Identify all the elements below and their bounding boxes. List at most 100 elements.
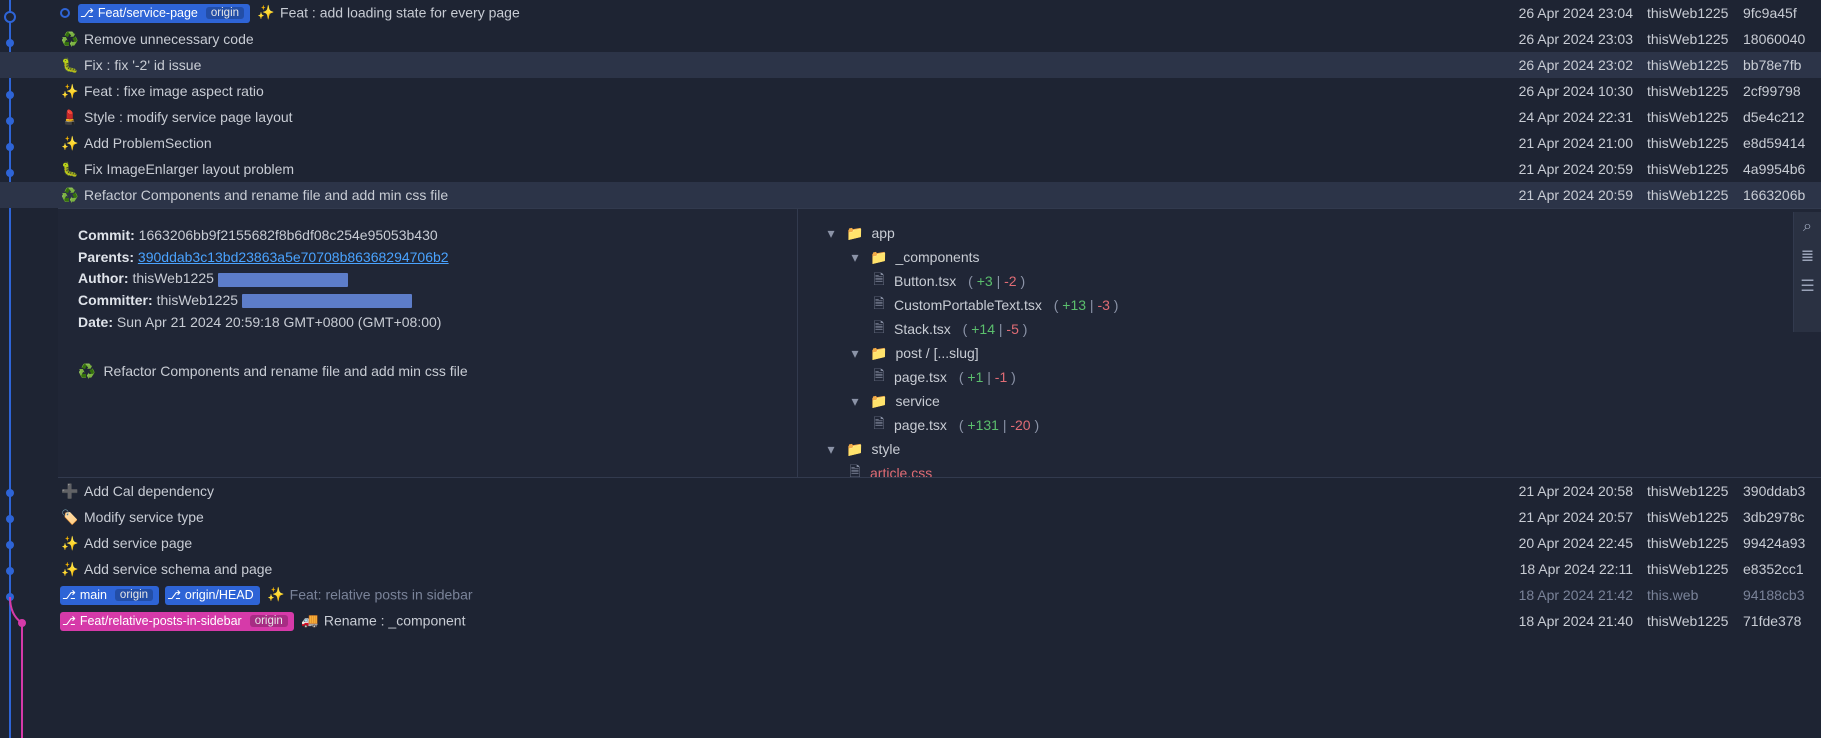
gitmoji-icon: 🏷️ (60, 509, 80, 526)
commit-summary: ♻️Refactor Components and rename file an… (60, 187, 1483, 204)
list-view-icon[interactable]: ≣ (1801, 246, 1814, 266)
commit-row[interactable]: ➕Add Cal dependency 21 Apr 2024 20:58this… (0, 478, 1821, 504)
file-icon: 🗎 (872, 269, 886, 293)
branch-tag[interactable]: ⎇Feat/relative-posts-in-sidebarorigin (60, 612, 294, 631)
commit-row[interactable]: ✨Add service schema and page18 Apr 2024 … (0, 556, 1821, 582)
commit-author: thisWeb1225 (1633, 187, 1733, 203)
commit-message-text: Add Cal dependency (84, 483, 214, 499)
commit-row[interactable]: ⎇Feat/relative-posts-in-sidebarorigin🚚Re… (0, 608, 1821, 634)
label-committer: Committer: (78, 292, 153, 308)
tree-node-name: style (871, 441, 900, 457)
commit-date: Sun Apr 21 2024 20:59:18 GMT+0800 (GMT+0… (117, 314, 442, 330)
commit-row[interactable]: ✨Add service page20 Apr 2024 22:45thisWe… (0, 530, 1821, 556)
tree-node-name: page.tsx (894, 369, 947, 385)
branch-tag[interactable]: ⎇mainorigin (60, 586, 159, 605)
commit-hash: 71fde378 (1733, 613, 1813, 629)
commit-author: thisWeb1225 (1633, 109, 1733, 125)
commit-hash: d5e4c212 (1733, 109, 1813, 125)
gitmoji-icon: ✨ (60, 83, 80, 100)
gitmoji-icon: 💄 (60, 109, 80, 126)
tree-node-name: service (895, 393, 939, 409)
changed-files-tree[interactable]: ▾📁app▾📁_components🗎Button.tsx ( +3 | -2 … (798, 209, 1821, 477)
commit-summary: ♻️Remove unnecessary code (60, 31, 1483, 48)
commit-message: Refactor Components and rename file and … (103, 361, 467, 383)
parent-link[interactable]: 390ddab3c13bd23863a5e70708b86368294706b2 (138, 249, 449, 265)
tree-file[interactable]: 🗎article.css (806, 461, 1813, 477)
folder-icon: ▾ (848, 249, 862, 266)
remote-badge: origin (250, 615, 288, 627)
tree-file[interactable]: 🗎page.tsx ( +1 | -1 ) (806, 365, 1813, 389)
commit-author: thisWeb1225 (1633, 483, 1733, 499)
tree-folder[interactable]: ▾📁app (806, 221, 1813, 245)
tree-file[interactable]: 🗎CustomPortableText.tsx ( +13 | -3 ) (806, 293, 1813, 317)
branch-icon: ⎇ (167, 588, 181, 602)
commit-row[interactable]: 🐛Fix : fix '-2' id issue26 Apr 2024 23:0… (0, 52, 1821, 78)
branch-name: Feat/service-page (98, 6, 198, 20)
branch-icon: ⎇ (62, 588, 76, 602)
commit-row[interactable]: ✨Add ProblemSection21 Apr 2024 21:00this… (0, 130, 1821, 156)
commit-hash: bb78e7fb (1733, 57, 1813, 73)
commit-row[interactable]: ✨Feat : fixe image aspect ratio26 Apr 20… (0, 78, 1821, 104)
commit-date: 21 Apr 2024 20:57 (1483, 509, 1633, 525)
git-graph-view: ⎇Feat/service-pageorigin✨Feat : add load… (0, 0, 1821, 738)
commit-row[interactable]: 💄Style : modify service page layout24 Ap… (0, 104, 1821, 130)
commit-message-text: Add service page (84, 535, 192, 551)
commit-date: 21 Apr 2024 20:59 (1483, 161, 1633, 177)
tree-node-name: post / [...slug] (895, 345, 978, 361)
file-icon: 🗎 (872, 317, 886, 341)
branch-icon: ⎇ (62, 614, 76, 628)
tree-node-name: CustomPortableText.tsx (894, 297, 1042, 313)
tree-node-name: Button.tsx (894, 273, 956, 289)
branch-tag[interactable]: ⎇origin/HEAD (165, 586, 260, 605)
commit-hash: 3db2978c (1733, 509, 1813, 525)
commit-row[interactable]: ♻️Remove unnecessary code26 Apr 2024 23:… (0, 26, 1821, 52)
commit-row[interactable]: ⎇Feat/service-pageorigin✨Feat : add load… (0, 0, 1821, 26)
committer-name: thisWeb1225 (157, 292, 238, 308)
commit-date: 18 Apr 2024 21:42 (1483, 587, 1633, 603)
gitmoji-icon: 🐛 (60, 57, 80, 74)
commit-author: thisWeb1225 (1633, 57, 1733, 73)
commit-message-text: Add service schema and page (84, 561, 272, 577)
tree-file[interactable]: 🗎Stack.tsx ( +14 | -5 ) (806, 317, 1813, 341)
folder-icon: ▾ (848, 393, 862, 410)
commit-message-text: Rename : _component (324, 612, 466, 628)
branch-icon: ⎇ (80, 6, 94, 20)
commit-date: 18 Apr 2024 21:40 (1483, 613, 1633, 629)
tree-file[interactable]: 🗎Button.tsx ( +3 | -2 ) (806, 269, 1813, 293)
commit-row[interactable]: ⎇mainorigin⎇origin/HEAD✨Feat: relative p… (0, 582, 1821, 608)
diff-stats: ( +1 | -1 ) (955, 369, 1016, 385)
commit-date: 24 Apr 2024 22:31 (1483, 109, 1633, 125)
gitmoji-icon: ➕ (60, 483, 80, 500)
commit-sha[interactable]: 1663206bb9f2155682f8b6df08c254e95053b430 (139, 227, 438, 243)
tree-node-name: Stack.tsx (894, 321, 951, 337)
commit-hash: e8352cc1 (1733, 561, 1813, 577)
branch-tag[interactable]: ⎇Feat/service-pageorigin (78, 4, 250, 23)
tree-folder[interactable]: ▾📁_components (806, 245, 1813, 269)
commit-detail-pane: Commit: 1663206bb9f2155682f8b6df08c254e9… (58, 208, 1821, 478)
folder-glyph-icon: 📁 (846, 225, 863, 242)
commit-row[interactable]: ♻️Refactor Components and rename file an… (0, 182, 1821, 208)
commit-author: thisWeb1225 (1633, 509, 1733, 525)
commit-hash: 94188cb3 (1733, 587, 1813, 603)
tree-view-icon[interactable]: ☰ (1800, 276, 1814, 296)
search-icon[interactable]: ⌕ (1803, 218, 1812, 236)
commit-row[interactable]: 🏷️Modify service type21 Apr 2024 20:57th… (0, 504, 1821, 530)
tree-node-name: _components (895, 249, 979, 265)
gitmoji-icon: ✨ (60, 535, 80, 552)
commit-date: 21 Apr 2024 20:58 (1483, 483, 1633, 499)
tree-file[interactable]: 🗎page.tsx ( +131 | -20 ) (806, 413, 1813, 437)
branch-name: main (80, 588, 107, 602)
commit-hash: 2cf99798 (1733, 83, 1813, 99)
tree-folder[interactable]: ▾📁service (806, 389, 1813, 413)
commit-row[interactable]: 🐛Fix ImageEnlarger layout problem21 Apr … (0, 156, 1821, 182)
commit-date: 26 Apr 2024 23:03 (1483, 31, 1633, 47)
tree-folder[interactable]: ▾📁style (806, 437, 1813, 461)
commit-hash: 18060040 (1733, 31, 1813, 47)
commit-author: thisWeb1225 (1633, 83, 1733, 99)
commit-date: 21 Apr 2024 20:59 (1483, 187, 1633, 203)
diff-stats: ( +131 | -20 ) (955, 417, 1039, 433)
commit-author: thisWeb1225 (1633, 161, 1733, 177)
commit-message-text: Feat : add loading state for every page (280, 4, 520, 20)
gitmoji-icon: ✨ (256, 4, 276, 21)
tree-folder[interactable]: ▾📁post / [...slug] (806, 341, 1813, 365)
